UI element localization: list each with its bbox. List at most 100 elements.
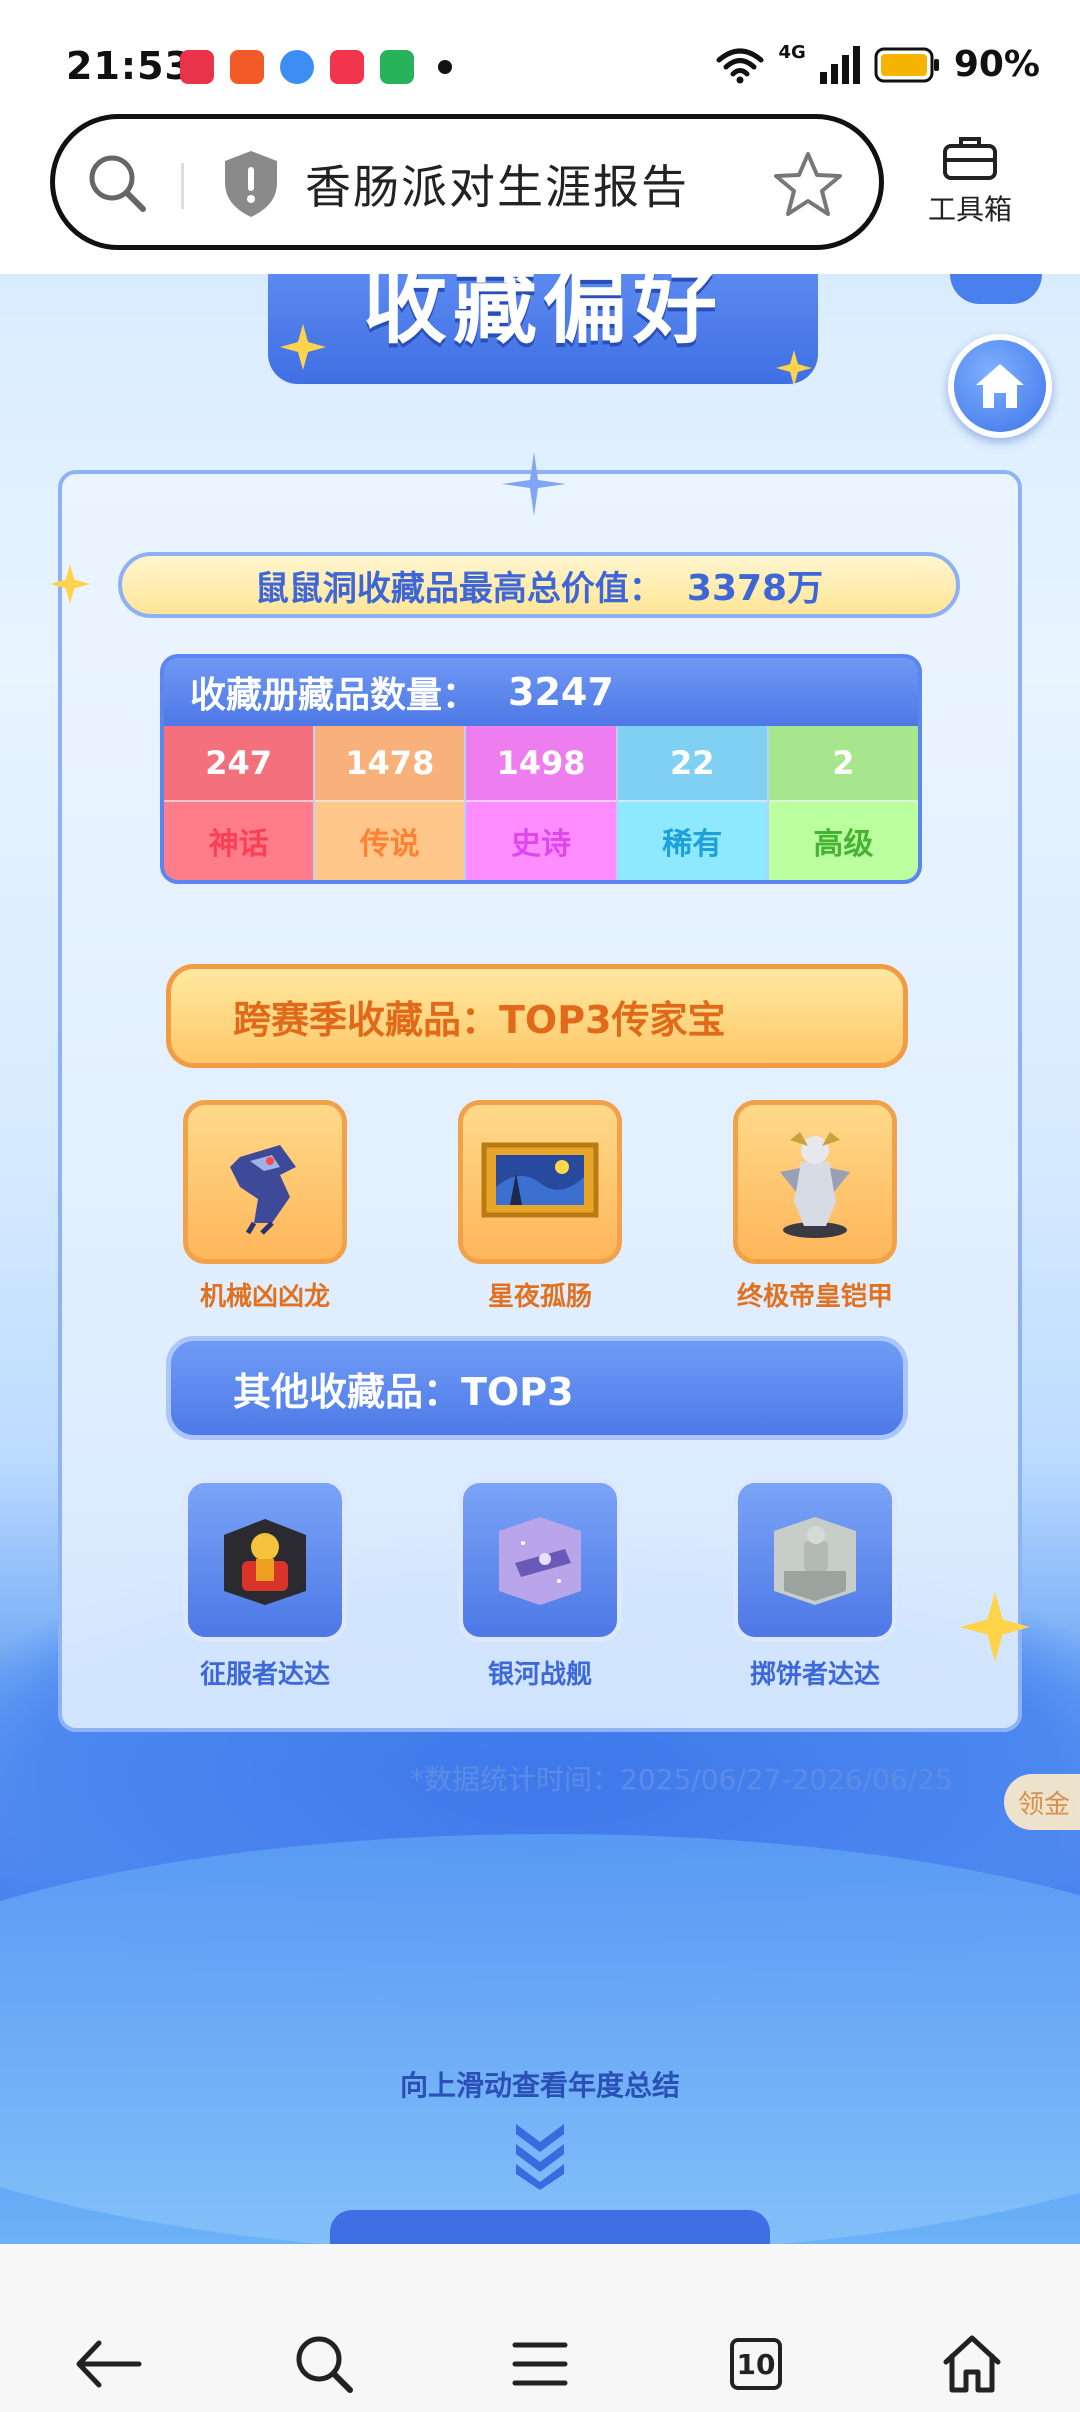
collection-count-label: 收藏册藏品数量： [190,675,479,716]
shield-icon[interactable] [221,149,281,219]
other-item-frame [458,1478,622,1642]
star-sparkle-icon [776,350,812,386]
tabs-count: 10 [730,2338,782,2390]
arrow-left-icon [76,2340,142,2388]
home-icon [976,364,1024,408]
signal-icon [819,45,860,84]
rarity-label: 传说 [315,802,465,880]
max-value-number: 3378万 [686,568,824,609]
mecha-dragon-icon [230,1145,296,1235]
rarity-column: 1498 史诗 [466,726,618,880]
search-icon [296,2336,353,2393]
takeout-app-icon [230,50,264,84]
other-item[interactable]: 掷饼者达达 [720,1478,910,1691]
legend-item-name: 星夜孤肠 [487,1282,592,1312]
other-item-name: 征服者达达 [199,1660,330,1690]
wifi-icon [716,48,764,83]
rarity-label: 史诗 [466,802,616,880]
browser-app-icon [280,50,314,84]
web-content[interactable]: 收藏偏好 鼠鼠洞收藏品最高总价值： 3378万 收藏册藏品数量： 3247 24… [0,274,1080,2244]
address-bar[interactable]: 香肠派对生涯报告 [50,114,884,250]
battery-icon [874,47,939,82]
system-indicators: 4G 90% [715,42,1040,85]
galaxy-battleship-icon [499,1517,581,1605]
other-item[interactable]: 征服者达达 [170,1478,360,1691]
legend-item-frame [458,1100,622,1264]
home-nav-button[interactable] [927,2324,1017,2404]
rarity-column: 247 神话 [164,726,316,880]
collection-count-header: 收藏册藏品数量： 3247 [164,658,918,726]
data-stat-time: *数据统计时间：2025/06/27-2026/06/25 [410,1763,953,1796]
tabs-button[interactable]: 10 [711,2324,801,2404]
notification-icons [180,50,452,84]
max-value-label: 鼠鼠洞收藏品最高总价值： [254,568,663,609]
rarity-label: 高级 [768,802,918,880]
starry-night-painting-icon [481,1142,599,1218]
other-item-name: 银河战舰 [487,1660,592,1690]
other-item-name: 掷饼者达达 [749,1660,880,1690]
conqueror-throne-icon [224,1519,306,1605]
network-type: 4G [778,42,806,63]
collection-count-number: 3247 [508,670,614,714]
music-app-icon [330,50,364,84]
star-sparkle-icon [280,324,326,370]
battery-percent: 90% [953,44,1040,85]
other-item-frame [733,1478,897,1642]
collection-count-card: 收藏册藏品数量： 3247 247 神话 1478 传说 1498 史诗 22 稀有 2 高级 [160,654,922,884]
security-app-icon [380,50,414,84]
video-app-icon [180,50,214,84]
toolbox-button[interactable]: 工具箱 [915,134,1025,228]
legend-top3-header: 跨赛季收藏品：TOP3传家宝 [166,964,908,1068]
rarity-column: 22 稀有 [617,726,769,880]
address-divider [181,163,184,209]
bottom-navigation: 10 [0,2244,1080,2412]
rarity-count: 22 [617,726,767,802]
back-button[interactable] [63,2324,153,2404]
search-button[interactable] [279,2324,369,2404]
next-section-banner [330,2210,770,2244]
more-notifications-dot [438,60,452,74]
star-sparkle-icon [50,564,90,604]
legend-item[interactable]: 机械凶凶龙 [170,1100,360,1313]
menu-icon [512,2342,568,2386]
status-time: 21:53 [66,44,192,88]
legend-item[interactable]: 终极帝皇铠甲 [720,1100,910,1313]
search-icon[interactable] [85,151,149,215]
home-icon [943,2335,1001,2393]
rarity-count: 247 [164,726,314,802]
rarity-count: 2 [768,726,918,802]
legend-item[interactable]: 星夜孤肠 [445,1100,635,1313]
other-top3-header: 其他收藏品：TOP3 [166,1336,908,1440]
legend-items-row: 机械凶凶龙 星夜孤肠 终极帝皇铠甲 [170,1100,910,1313]
rarity-grid: 247 神话 1478 传说 1498 史诗 22 稀有 2 高级 [164,726,918,880]
chevron-down-icon[interactable] [512,2120,568,2190]
toolbox-label: 工具箱 [927,193,1012,226]
max-value-bar: 鼠鼠洞收藏品最高总价值： 3378万 [118,552,960,618]
menu-button[interactable] [495,2324,585,2404]
rarity-count: 1478 [315,726,465,802]
bookmark-star-icon[interactable] [773,149,843,219]
emperor-armor-icon [780,1132,850,1238]
legend-item-name: 终极帝皇铠甲 [736,1282,893,1312]
page-title: 香肠派对生涯报告 [305,160,689,214]
status-bar: 21:53 4G 90% [0,0,1080,110]
home-button[interactable] [948,334,1052,438]
other-items-row: 征服者达达 银河战舰 掷饼者达达 [170,1478,910,1691]
other-item[interactable]: 银河战舰 [445,1478,635,1691]
legend-item-frame [183,1100,347,1264]
star-sparkle-icon [960,1592,1030,1662]
discus-statue-icon [774,1517,856,1605]
scroll-hint: 向上滑动查看年度总结 [399,2069,680,2102]
toolbox-icon [943,137,997,180]
rarity-label: 神话 [164,802,314,880]
rarity-label: 稀有 [617,802,767,880]
side-tab-claim[interactable]: 领金 [1004,1774,1080,1830]
rarity-column: 2 高级 [768,726,918,880]
rarity-count: 1498 [466,726,616,802]
top-bubble [950,274,1042,304]
section-banner-title: 收藏偏好 [268,274,818,384]
compass-star-icon [502,452,566,516]
other-item-frame [183,1478,347,1642]
legend-item-name: 机械凶凶龙 [199,1282,330,1312]
rarity-column: 1478 传说 [315,726,467,880]
